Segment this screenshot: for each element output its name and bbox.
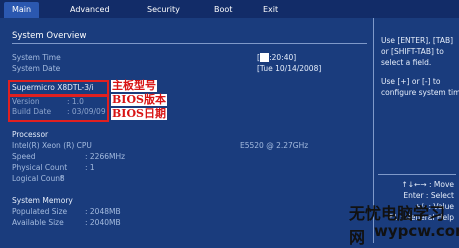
annotation-bios-date: BIOS日期	[111, 107, 167, 120]
system-time-field[interactable]: [ :20:40]	[257, 53, 296, 62]
tab-exit[interactable]: Exit	[263, 2, 278, 18]
system-memory-title: System Memory	[12, 196, 73, 205]
tab-security[interactable]: Security	[147, 2, 180, 18]
tab-advanced[interactable]: Advanced	[70, 2, 110, 18]
cpu-speed-value: : 2266MHz	[85, 152, 126, 161]
help-line-5: configure system time.	[381, 88, 459, 97]
bios-version-value: : 1.0	[67, 97, 84, 106]
help-line-2: or [SHIFT-TAB] to	[381, 47, 444, 56]
tab-boot[interactable]: Boot	[214, 2, 232, 18]
cpu-name: Intel(R) Xeon (R) CPU	[12, 141, 92, 150]
populated-size-value: : 2048MB	[85, 207, 121, 216]
main-panel: System Overview System Time [ :20:40] Sy…	[0, 18, 373, 243]
processor-title: Processor	[12, 130, 49, 139]
help-line-3: select a field.	[381, 58, 432, 67]
key-move: ↑↓←→ : Move	[401, 180, 454, 189]
help-text: Use [ENTER], [TAB] or [SHIFT-TAB] to sel…	[381, 35, 459, 98]
tab-main[interactable]: Main	[4, 2, 40, 18]
annotation-bios-version: BIOS版本	[111, 93, 167, 106]
help-divider	[378, 174, 456, 175]
cpu-model: E5520 @ 2.27GHz	[240, 141, 309, 150]
physical-count-label: Physical Count	[12, 163, 68, 172]
available-size-value: : 2040MB	[85, 218, 121, 227]
help-line-4: Use [+] or [-] to	[381, 77, 441, 86]
logical-count-value: : 8	[55, 174, 65, 183]
system-date-field[interactable]: [Tue 10/14/2008]	[257, 64, 321, 73]
cpu-speed-label: Speed	[12, 152, 36, 161]
build-date-label: Build Date	[12, 107, 52, 116]
menu-tab-bar: Main Advanced Security Boot Exit	[0, 0, 459, 18]
system-date-label: System Date	[12, 64, 61, 73]
system-time-label: System Time	[12, 53, 61, 62]
help-line-1: Use [ENTER], [TAB]	[381, 36, 454, 45]
bios-version-label: Version	[12, 97, 40, 106]
board-model: Supermicro X8DTL-3/i	[12, 83, 94, 92]
system-overview-title: System Overview	[12, 31, 87, 41]
system-time-rest: :20:40]	[269, 53, 297, 62]
available-size-label: Available Size	[12, 218, 64, 227]
annotation-board-model: 主板型号	[111, 79, 157, 92]
build-date-value: : 03/09/09	[67, 107, 106, 116]
physical-count-value: : 1	[85, 163, 95, 172]
populated-size-label: Populated Size	[12, 207, 68, 216]
watermark-url: wypcw.com	[374, 222, 459, 240]
title-divider	[12, 43, 367, 44]
system-time-hour-cursor[interactable]	[259, 53, 270, 62]
